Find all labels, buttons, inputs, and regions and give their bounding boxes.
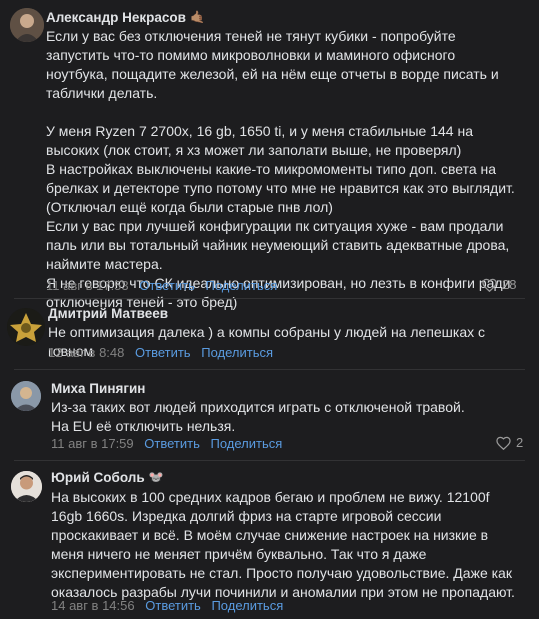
avatar[interactable] — [10, 8, 44, 42]
reply-button[interactable]: Ответить — [145, 598, 201, 613]
comment: Дмитрий Матвеев Не оптимизация далека ) … — [0, 299, 539, 369]
comment-meta: 11 авг в 17:53 Ответить Поделиться — [46, 278, 277, 293]
author-name[interactable]: Дмитрий Матвеев — [48, 306, 168, 321]
avatar[interactable] — [7, 308, 45, 346]
heart-icon — [496, 436, 511, 450]
author-name[interactable]: Миха Пинягин — [51, 381, 145, 396]
avatar[interactable] — [11, 471, 42, 502]
share-button[interactable]: Поделиться — [205, 278, 277, 293]
author-name[interactable]: Александр Некрасов — [46, 10, 186, 25]
comment-text: Если у вас без отключения теней не тянут… — [46, 28, 515, 310]
like-button[interactable]: 2 — [496, 435, 523, 450]
comment-date[interactable]: 11 авг в 17:59 — [51, 436, 134, 451]
comment-author[interactable]: Дмитрий Матвеев — [48, 306, 168, 321]
avatar[interactable] — [11, 381, 41, 411]
heart-icon — [482, 278, 497, 292]
share-button[interactable]: Поделиться — [201, 345, 273, 360]
comment-meta: 11 авг в 17:59 Ответить Поделиться — [51, 436, 282, 451]
like-count: 2 — [516, 435, 524, 450]
reply-button[interactable]: Ответить — [144, 436, 200, 451]
comment-author[interactable]: Александр Некрасов 🤙🏽 — [46, 10, 205, 25]
author-name[interactable]: Юрий Соболь — [51, 470, 145, 485]
comment-date[interactable]: 11 авг в 17:53 — [46, 278, 129, 293]
comment-date[interactable]: 12 авг в 8:48 — [48, 345, 124, 360]
like-button[interactable]: 28 — [482, 277, 516, 292]
comment-text: На высоких в 100 средних кадров бегаю и … — [51, 489, 515, 600]
comment-meta: 12 авг в 8:48 Ответить Поделиться — [48, 345, 273, 360]
comment: Александр Некрасов 🤙🏽 Если у вас без откл… — [0, 0, 539, 310]
comment: Миха Пинягин Из-за таких вот людей прихо… — [0, 370, 539, 460]
reply-button[interactable]: Ответить — [135, 345, 191, 360]
share-button[interactable]: Поделиться — [210, 436, 282, 451]
reply-button[interactable]: Ответить — [139, 278, 195, 293]
comment-text: Из-за таких вот людей приходится играть … — [51, 399, 465, 434]
share-button[interactable]: Поделиться — [211, 598, 283, 613]
comment-meta: 14 авг в 14:56 Ответить Поделиться — [51, 598, 283, 613]
like-count: 28 — [502, 277, 517, 292]
comment-author[interactable]: Юрий Соболь 🐭 — [51, 470, 164, 485]
comment: Юрий Соболь 🐭 На высоких в 100 средних ка… — [0, 461, 539, 619]
author-badge-icon: 🐭 — [148, 470, 164, 484]
comment-date[interactable]: 14 авг в 14:56 — [51, 598, 135, 613]
comment-author[interactable]: Миха Пинягин — [51, 381, 145, 396]
author-badge-icon: 🤙🏽 — [189, 10, 205, 24]
